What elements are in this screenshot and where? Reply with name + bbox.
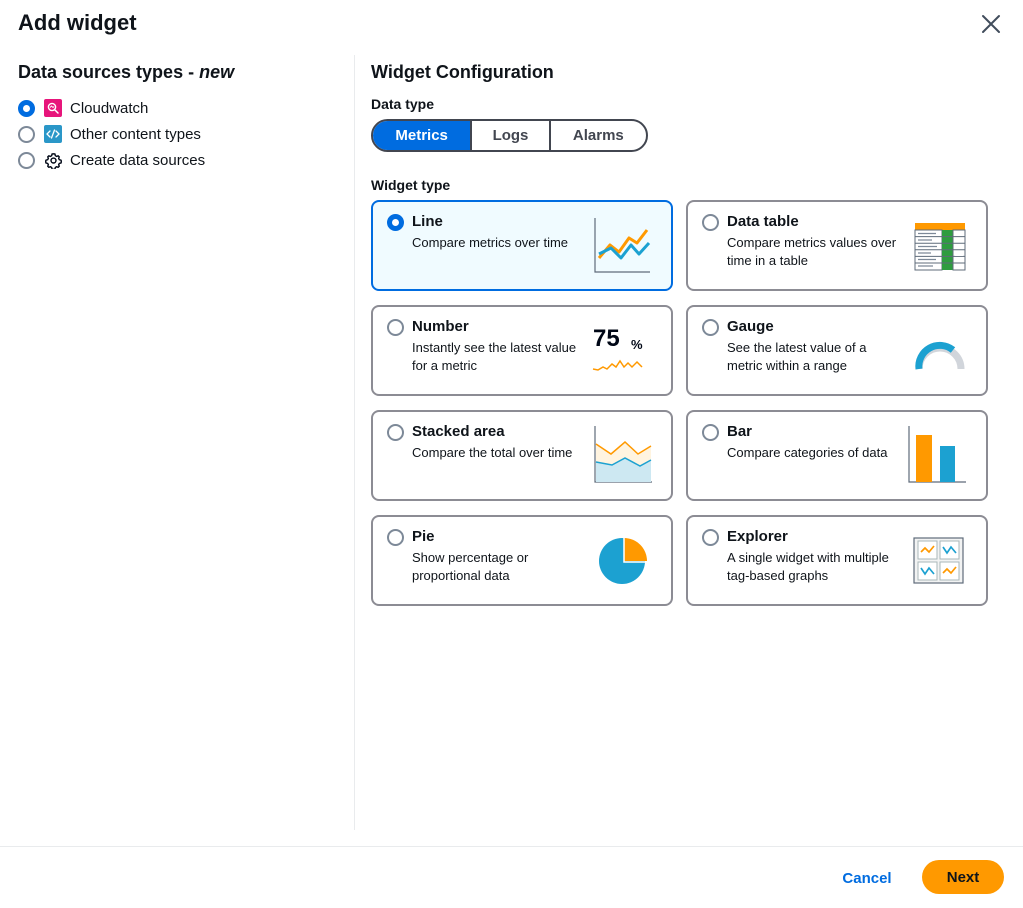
- source-option-other[interactable]: Other content types: [18, 121, 338, 147]
- widget-title-pie: Pie: [412, 528, 435, 545]
- widget-desc-pie: Show percentage or proportional data: [412, 550, 529, 583]
- next-button[interactable]: Next: [922, 860, 1004, 894]
- widget-title-number: Number: [412, 318, 469, 335]
- gear-icon: [44, 151, 62, 169]
- config-heading: Widget Configuration: [371, 62, 554, 82]
- modal-title: Add widget: [18, 10, 137, 35]
- segment-logs[interactable]: Logs: [472, 121, 548, 150]
- widget-title-gauge: Gauge: [727, 318, 774, 335]
- radio-number[interactable]: [387, 319, 404, 336]
- stacked-area-icon: [594, 426, 652, 483]
- data-sources-heading-text: Data sources types -: [18, 62, 200, 82]
- widget-desc-explorer: A single widget with multiple tag-based …: [727, 550, 889, 583]
- radio-create[interactable]: [18, 151, 35, 169]
- data-sources-panel: Data sources types - new Cloudwatch Othe…: [18, 62, 338, 173]
- data-type-segmented-control: Metrics Logs Alarms: [371, 119, 648, 152]
- table-icon: [914, 223, 966, 271]
- radio-data-table[interactable]: [702, 214, 719, 231]
- pie-chart-icon: [599, 537, 648, 584]
- footer-divider: [0, 846, 1023, 847]
- radio-cloudwatch[interactable]: [18, 99, 35, 117]
- source-option-cloudwatch[interactable]: Cloudwatch: [18, 95, 338, 121]
- bar-chart-icon: [908, 426, 966, 483]
- widget-title-explorer: Explorer: [727, 528, 788, 545]
- gauge-icon: [915, 341, 965, 370]
- vertical-divider: [354, 55, 355, 830]
- widget-config-panel: Widget Configuration Data type: [371, 62, 991, 112]
- widget-desc-stacked-area: Compare the total over time: [412, 445, 573, 460]
- source-label-other: Other content types: [70, 125, 201, 143]
- widget-title-data-table: Data table: [727, 213, 799, 230]
- source-label-cloudwatch: Cloudwatch: [70, 99, 149, 117]
- data-sources-heading: Data sources types - new: [18, 62, 338, 83]
- widget-type-label: Widget type: [371, 177, 451, 193]
- widget-card-pie[interactable]: Pie Show percentage or proportional data: [371, 515, 673, 606]
- cloudwatch-icon: [44, 99, 62, 117]
- widget-desc-number: Instantly see the latest value for a met…: [412, 340, 577, 373]
- explorer-icon: [913, 537, 964, 584]
- widget-desc-line: Compare metrics over time: [412, 235, 569, 250]
- widget-title-bar: Bar: [727, 423, 753, 440]
- number-illus-unit: %: [631, 337, 643, 352]
- widget-desc-bar: Compare categories of data: [727, 445, 888, 460]
- source-label-create: Create data sources: [70, 151, 206, 169]
- close-button[interactable]: [975, 8, 1007, 40]
- cancel-button[interactable]: Cancel: [829, 862, 905, 894]
- radio-line[interactable]: [387, 214, 404, 231]
- widget-card-line[interactable]: Line Compare metrics over time: [371, 200, 673, 291]
- source-option-create[interactable]: Create data sources: [18, 147, 338, 173]
- segment-alarms[interactable]: Alarms: [551, 121, 646, 150]
- widget-card-stacked-area[interactable]: Stacked area Compare the total over time: [371, 410, 673, 501]
- widget-desc-gauge: See the latest value of a metric within …: [727, 340, 867, 373]
- close-icon: [982, 15, 1000, 33]
- widget-card-bar[interactable]: Bar Compare categories of data: [686, 410, 988, 501]
- sparkline-icon: [592, 359, 643, 371]
- radio-gauge[interactable]: [702, 319, 719, 336]
- radio-other[interactable]: [18, 125, 35, 143]
- data-sources-heading-new: new: [199, 62, 235, 82]
- number-icon: 75 %: [585, 317, 655, 387]
- number-illus-value: 75: [593, 325, 620, 352]
- widget-card-explorer[interactable]: Explorer A single widget with multiple t…: [686, 515, 988, 606]
- radio-pie[interactable]: [387, 529, 404, 546]
- radio-bar[interactable]: [702, 424, 719, 441]
- code-icon: [44, 125, 62, 143]
- widget-title-line: Line: [412, 213, 443, 230]
- widget-card-number[interactable]: Number Instantly see the latest value fo…: [371, 305, 673, 396]
- widget-title-stacked-area: Stacked area: [412, 423, 505, 440]
- radio-explorer[interactable]: [702, 529, 719, 546]
- radio-stacked-area[interactable]: [387, 424, 404, 441]
- widget-card-data-table[interactable]: Data table Compare metrics values over t…: [686, 200, 988, 291]
- data-type-label: Data type: [371, 96, 435, 112]
- segment-metrics[interactable]: Metrics: [373, 121, 471, 150]
- line-chart-icon: [594, 218, 651, 273]
- widget-desc-data-table: Compare metrics values over time in a ta…: [727, 235, 897, 268]
- widget-card-gauge[interactable]: Gauge See the latest value of a metric w…: [686, 305, 988, 396]
